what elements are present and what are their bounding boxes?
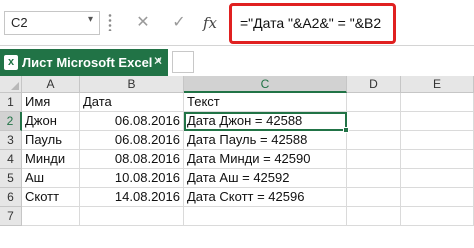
workbook-title: Лист Microsoft Excel * — [22, 55, 162, 70]
cell-e1[interactable] — [401, 93, 474, 112]
cell-d2[interactable] — [347, 112, 401, 131]
cell-c6[interactable]: Дата Скотт = 42596 — [184, 188, 347, 207]
cell-c7[interactable] — [184, 207, 347, 226]
cell-b4[interactable]: 08.08.2016 — [80, 150, 184, 169]
workbook-tab-strip: x Лист Microsoft Excel * ✕ — [0, 46, 474, 76]
column-header-e[interactable]: E — [401, 76, 474, 93]
row-header-6[interactable]: 6 — [0, 188, 22, 207]
formula-bar-row: C2 ▾ ✕ ✓ fx ="Дата "&A2&" = "&B2 — [0, 0, 474, 46]
row-header-7[interactable]: 7 — [0, 207, 22, 226]
formula-bar-divider[interactable] — [108, 13, 112, 31]
select-all-triangle-icon — [11, 82, 19, 90]
cell-d6[interactable] — [347, 188, 401, 207]
cell-e4[interactable] — [401, 150, 474, 169]
cell-b1[interactable]: Дата — [80, 93, 184, 112]
cell-a7[interactable] — [22, 207, 80, 226]
column-header-d[interactable]: D — [347, 76, 401, 93]
select-all-button[interactable] — [0, 76, 22, 93]
row-header-2[interactable]: 2 — [0, 112, 22, 131]
cell-d3[interactable] — [347, 131, 401, 150]
cell-a1[interactable]: Имя — [22, 93, 80, 112]
cell-b3[interactable]: 06.08.2016 — [80, 131, 184, 150]
cell-b6[interactable]: 14.08.2016 — [80, 188, 184, 207]
column-header-a[interactable]: A — [22, 76, 80, 93]
name-box-value: C2 — [11, 15, 28, 30]
cell-c1[interactable]: Текст — [184, 93, 347, 112]
insert-function-button[interactable]: fx — [199, 11, 221, 35]
cell-a6[interactable]: Скотт — [22, 188, 80, 207]
worksheet-grid: A B C D E 1 2 3 4 5 6 7 Имя Дата Текст Д… — [0, 76, 474, 248]
column-header-c[interactable]: C — [184, 76, 347, 93]
new-workbook-tab[interactable] — [172, 51, 194, 73]
cell-d4[interactable] — [347, 150, 401, 169]
name-box[interactable]: C2 — [4, 11, 100, 35]
cell-d1[interactable] — [347, 93, 401, 112]
cell-e6[interactable] — [401, 188, 474, 207]
workbook-tab[interactable]: x Лист Microsoft Excel * ✕ — [0, 49, 168, 76]
cell-c3[interactable]: Дата Пауль = 42588 — [184, 131, 347, 150]
cell-c2[interactable]: Дата Джон = 42588 — [184, 112, 347, 131]
row-header-4[interactable]: 4 — [0, 150, 22, 169]
cell-a5[interactable]: Аш — [22, 169, 80, 188]
cell-a2[interactable]: Джон — [22, 112, 80, 131]
cell-b5[interactable]: 10.08.2016 — [80, 169, 184, 188]
cell-c5[interactable]: Дата Аш = 42592 — [184, 169, 347, 188]
cell-d7[interactable] — [347, 207, 401, 226]
cancel-icon[interactable]: ✕ — [132, 11, 154, 35]
excel-icon: x — [4, 55, 18, 70]
cell-e2[interactable] — [401, 112, 474, 131]
close-icon[interactable]: ✕ — [153, 54, 163, 68]
row-header-3[interactable]: 3 — [0, 131, 22, 150]
row-header-5[interactable]: 5 — [0, 169, 22, 188]
cell-b7[interactable] — [80, 207, 184, 226]
formula-text: ="Дата "&A2&" = "&B2 — [240, 15, 382, 31]
cell-c4[interactable]: Дата Минди = 42590 — [184, 150, 347, 169]
enter-icon[interactable]: ✓ — [168, 11, 190, 35]
cell-e3[interactable] — [401, 131, 474, 150]
column-header-b[interactable]: B — [80, 76, 184, 93]
cell-e7[interactable] — [401, 207, 474, 226]
cell-e5[interactable] — [401, 169, 474, 188]
cell-b2[interactable]: 06.08.2016 — [80, 112, 184, 131]
formula-input[interactable]: ="Дата "&A2&" = "&B2 — [229, 3, 396, 44]
row-header-1[interactable]: 1 — [0, 93, 22, 112]
cell-a3[interactable]: Пауль — [22, 131, 80, 150]
name-box-dropdown-icon[interactable]: ▾ — [88, 14, 93, 25]
cell-d5[interactable] — [347, 169, 401, 188]
cell-a4[interactable]: Минди — [22, 150, 80, 169]
